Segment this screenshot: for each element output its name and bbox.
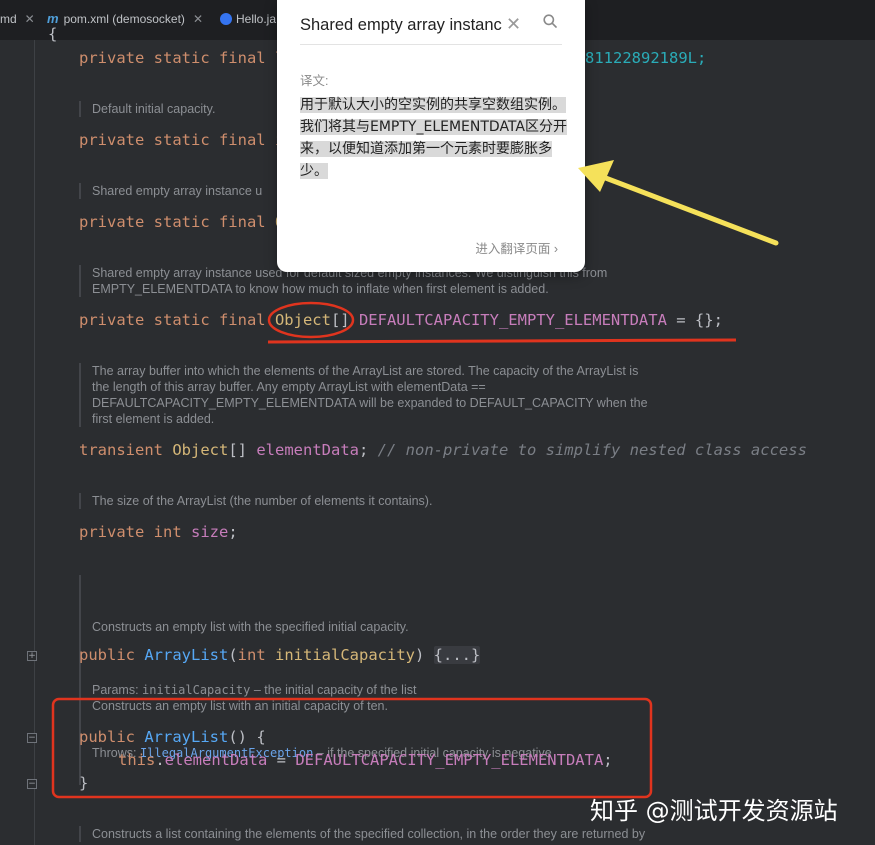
- brackets: []: [330, 311, 350, 329]
- semicolon: ;: [603, 751, 613, 769]
- doc-line: the length of this array buffer. Any emp…: [92, 380, 486, 394]
- doc-comment: Shared empty array instance u: [79, 183, 262, 199]
- doc-line: DEFAULTCAPACITY_EMPTY_ELEMENTDATA will b…: [92, 396, 648, 410]
- paren: ): [414, 646, 434, 664]
- keyword: private static final: [79, 131, 275, 149]
- code-line-assignment: this.elementData = DEFAULTCAPACITY_EMPTY…: [118, 750, 613, 770]
- translation-label: 译文:: [300, 74, 329, 88]
- watermark: 知乎 @测试开发资源站: [590, 797, 838, 825]
- paren: (: [228, 646, 238, 664]
- tab-hello-java[interactable]: Hello.ja: [220, 9, 276, 29]
- search-icon[interactable]: [543, 14, 557, 28]
- doc-comment: Default initial capacity.: [79, 101, 215, 117]
- code-line-constructor-int: public ArrayList(int initialCapacity) {.…: [79, 645, 481, 665]
- doc-comment: The array buffer into which the elements…: [79, 363, 648, 427]
- fold-end-icon[interactable]: −: [27, 779, 37, 789]
- line-comment: // non-private to simplify nested class …: [377, 441, 807, 459]
- dot: .: [155, 751, 165, 769]
- doc-line: EMPTY_ELEMENTDATA to know how much to in…: [92, 282, 549, 296]
- tab-label: md: [0, 12, 17, 26]
- keyword: public: [79, 646, 145, 664]
- keyword: private static final: [79, 311, 275, 329]
- assignment: = {};: [666, 311, 723, 329]
- parameter: initialCapacity: [275, 646, 415, 664]
- code-line-constructor-default: public ArrayList() {: [79, 727, 266, 747]
- paren: () {: [228, 728, 266, 746]
- folded-code-block[interactable]: {...}: [433, 646, 481, 664]
- method-name: ArrayList: [144, 646, 229, 664]
- fold-collapse-icon[interactable]: −: [27, 733, 37, 743]
- type: Object: [274, 311, 331, 329]
- code-line-elementdata: transient Object[] elementData; // non-p…: [79, 440, 807, 460]
- keyword: transient: [79, 441, 173, 459]
- keyword: private int: [79, 523, 191, 541]
- tab-label: Hello.ja: [236, 12, 277, 26]
- tab-md[interactable]: md ✕: [0, 9, 35, 29]
- code-line-serial: private static final l: [79, 48, 284, 68]
- doc-comment: The size of the ArrayList (the number of…: [79, 493, 432, 509]
- clear-icon[interactable]: ✕: [506, 14, 521, 35]
- code-line-defaultcapacity-empty: private static final Object[] DEFAULTCAP…: [79, 310, 723, 330]
- keyword: int: [237, 646, 275, 664]
- keyword: public: [79, 728, 145, 746]
- close-icon[interactable]: ✕: [25, 12, 35, 26]
- method-name: ArrayList: [144, 728, 229, 746]
- close-icon[interactable]: ✕: [193, 12, 203, 26]
- field: elementData: [164, 751, 268, 769]
- doc-param-name: initialCapacity: [142, 683, 251, 697]
- translation-highlight: 用于默认大小的空实例的共享空数组实例。我们将其与EMPTY_ELEMENTDAT…: [300, 97, 567, 179]
- doc-comment: Constructs an empty list with an initial…: [79, 698, 388, 714]
- doc-param-desc: – the initial capacity of the list: [250, 683, 417, 697]
- operator: =: [267, 751, 296, 769]
- java-class-icon: [220, 13, 232, 25]
- code-serial-value: 81122892189L;: [585, 48, 706, 68]
- code-line-brace-close: }: [79, 774, 89, 792]
- constant: DEFAULTCAPACITY_EMPTY_ELEMENTDATA: [295, 751, 604, 769]
- search-bar: Shared empty array instance ✕: [300, 12, 562, 45]
- doc-line: Constructs an empty list with the specif…: [92, 620, 409, 634]
- keyword: this: [118, 751, 156, 769]
- search-input[interactable]: Shared empty array instance: [300, 16, 502, 35]
- code-line-brace: {: [48, 25, 58, 43]
- keyword: private static final: [79, 49, 275, 67]
- translation-popup: Shared empty array instance ✕ 译文: 用于默认大小…: [277, 0, 585, 272]
- semicolon: ;: [228, 523, 238, 541]
- keyword: private static final: [79, 213, 275, 231]
- doc-line: first element is added.: [92, 412, 215, 426]
- tab-label: pom.xml (demosocket): [63, 12, 185, 26]
- doc-line: The array buffer into which the elements…: [92, 364, 639, 378]
- gutter-divider: [34, 40, 35, 845]
- semicolon: ;: [358, 441, 378, 459]
- field: size: [190, 523, 229, 541]
- brackets: []: [228, 441, 257, 459]
- fold-expand-icon[interactable]: +: [27, 651, 37, 661]
- translation-text: 用于默认大小的空实例的共享空数组实例。我们将其与EMPTY_ELEMENTDAT…: [300, 94, 568, 182]
- type: Object: [172, 441, 229, 459]
- number-literal: 81122892189L;: [585, 49, 707, 67]
- field: DEFAULTCAPACITY_EMPTY_ELEMENTDATA: [349, 311, 667, 329]
- code-line-empty-elementdata: private static final O: [79, 212, 284, 232]
- doc-comment: Constructs a list containing the element…: [79, 826, 645, 842]
- doc-tag: Params:: [92, 683, 143, 697]
- code-line-size: private int size;: [79, 522, 238, 542]
- field: elementData: [256, 441, 359, 459]
- tab-pom-xml[interactable]: m pom.xml (demosocket) ✕: [47, 9, 203, 29]
- open-translation-page-link[interactable]: 进入翻译页面 ›: [475, 238, 558, 257]
- code-line-default-capacity: private static final i: [79, 130, 284, 150]
